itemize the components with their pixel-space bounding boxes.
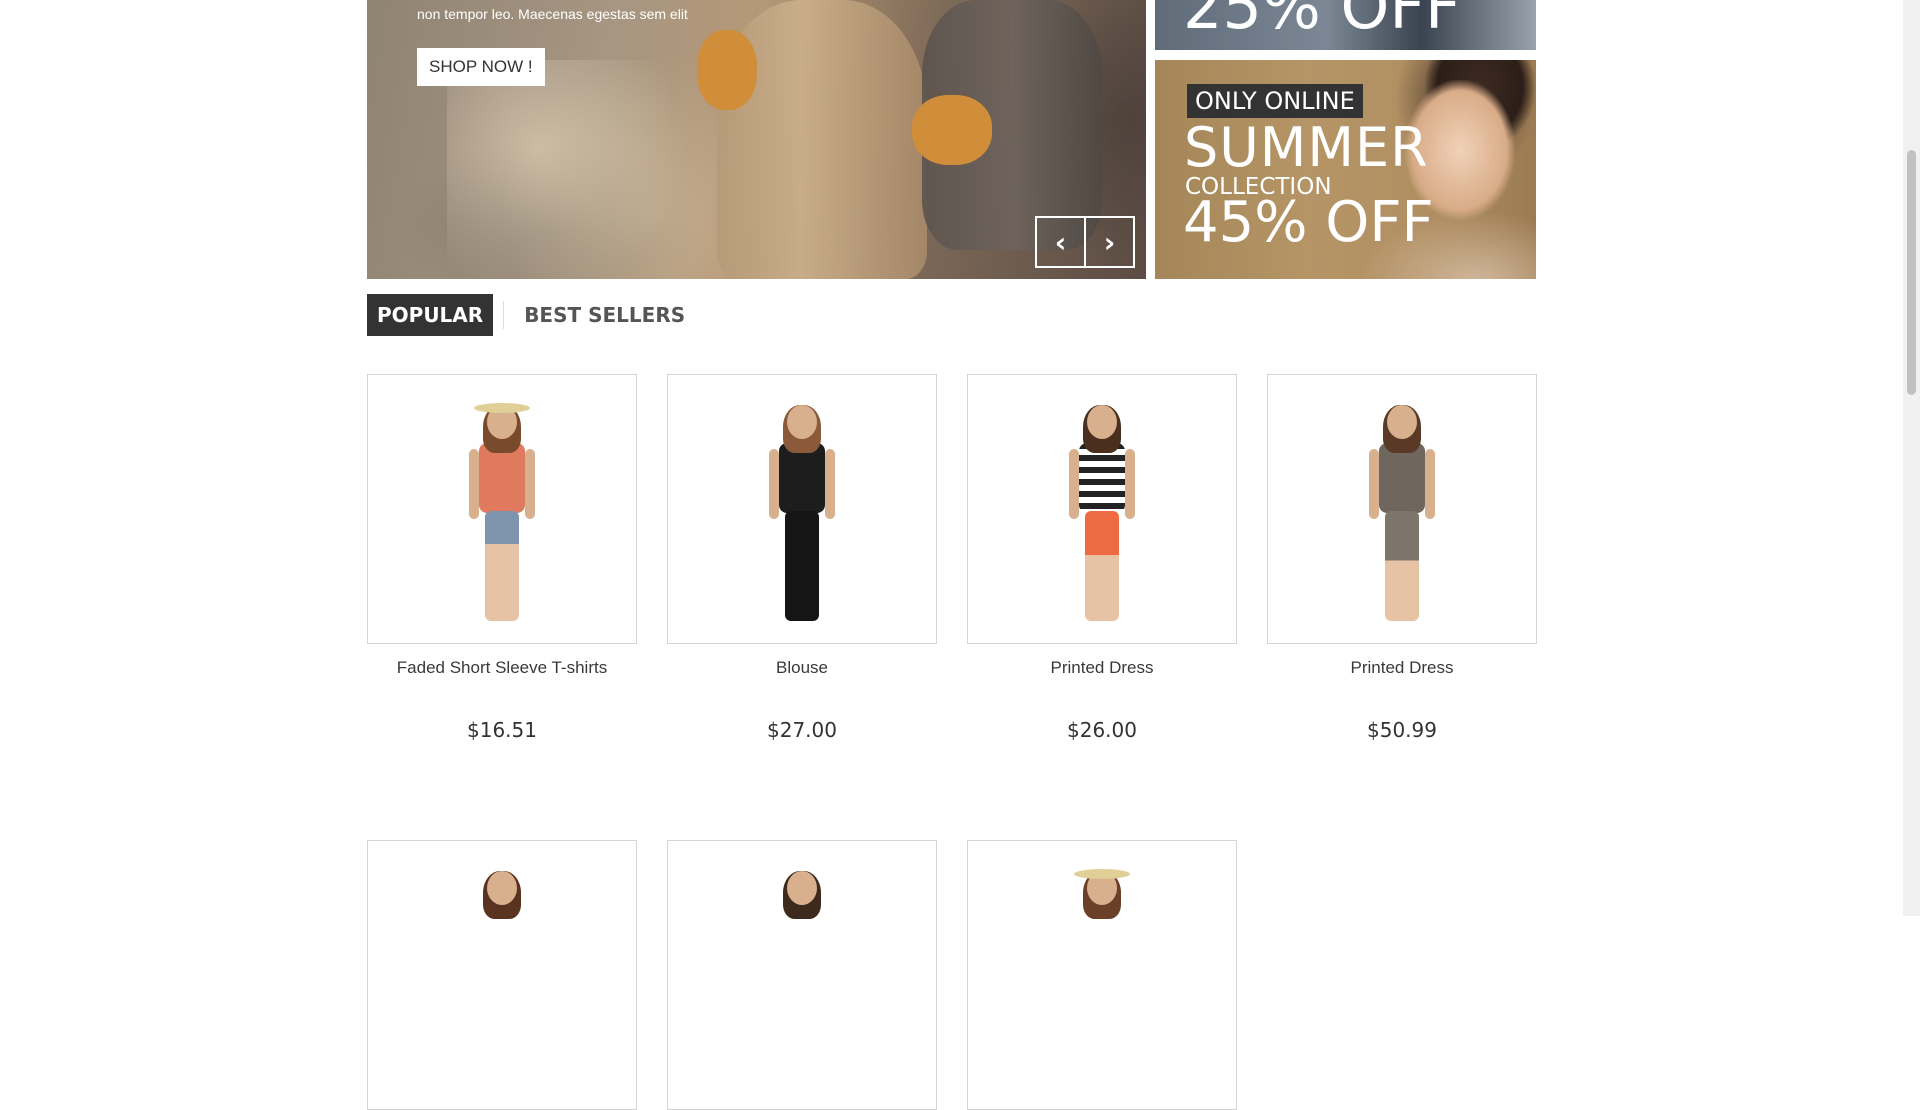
product-price: $50.99	[1367, 718, 1437, 742]
product-image[interactable]	[967, 840, 1237, 1110]
product-card: Faded Short Sleeve T-shirts $16.51	[367, 374, 637, 742]
promo-discount-text: 25% OFF	[1183, 0, 1461, 43]
product-photo	[1057, 859, 1147, 1099]
promo-discount-text: 45% OFF	[1183, 190, 1434, 255]
product-card	[367, 840, 637, 1110]
product-image[interactable]	[967, 374, 1237, 644]
product-photo	[1357, 393, 1447, 633]
product-image[interactable]	[1267, 374, 1537, 644]
product-photo	[757, 393, 847, 633]
product-image[interactable]	[667, 840, 937, 1110]
product-card	[667, 840, 937, 1110]
product-name[interactable]: Printed Dress	[1267, 658, 1537, 678]
chevron-right-icon[interactable]: ›	[1086, 218, 1133, 266]
home-product-tabs: POPULAR BEST SELLERS	[367, 294, 695, 336]
product-image[interactable]	[367, 840, 637, 1110]
tab-popular[interactable]: POPULAR	[367, 294, 494, 336]
product-name[interactable]: Printed Dress	[967, 658, 1237, 678]
only-online-badge: ONLY ONLINE	[1187, 84, 1363, 118]
page-scrollbar[interactable]	[1903, 0, 1920, 916]
product-card: Blouse $27.00	[667, 374, 937, 742]
product-name[interactable]: Faded Short Sleeve T-shirts	[367, 658, 637, 678]
tab-best-sellers[interactable]: BEST SELLERS	[514, 294, 695, 336]
chevron-left-icon[interactable]: ‹	[1037, 218, 1086, 266]
slider-controls: ‹ ›	[1035, 216, 1135, 268]
promo-banner-summer[interactable]: ONLY ONLINE SUMMER COLLECTION 45% OFF	[1155, 60, 1536, 279]
product-price: $26.00	[1067, 718, 1137, 742]
product-image[interactable]	[667, 374, 937, 644]
tab-divider	[503, 301, 505, 329]
product-price: $16.51	[467, 718, 537, 742]
mitten-decoration	[697, 30, 757, 110]
shop-now-button[interactable]: SHOP NOW !	[417, 48, 545, 86]
product-name[interactable]: Blouse	[667, 658, 937, 678]
product-price: $27.00	[767, 718, 837, 742]
product-image[interactable]	[367, 374, 637, 644]
slide-description: non tempor leo. Maecenas egestas sem eli…	[417, 6, 688, 22]
product-card: Printed Dress $50.99	[1267, 374, 1537, 742]
promo-title: SUMMER	[1184, 116, 1429, 179]
scrollbar-thumb[interactable]	[1907, 150, 1916, 395]
product-photo	[457, 859, 547, 1099]
product-card: Printed Dress $26.00	[967, 374, 1237, 742]
product-card	[967, 840, 1237, 1110]
product-photo	[1057, 393, 1147, 633]
promo-banner-top[interactable]: 25% OFF	[1155, 0, 1536, 50]
mitten-decoration	[912, 95, 992, 165]
product-photo	[457, 393, 547, 633]
homepage-slider: non tempor leo. Maecenas egestas sem eli…	[367, 0, 1146, 279]
product-photo	[757, 859, 847, 1099]
